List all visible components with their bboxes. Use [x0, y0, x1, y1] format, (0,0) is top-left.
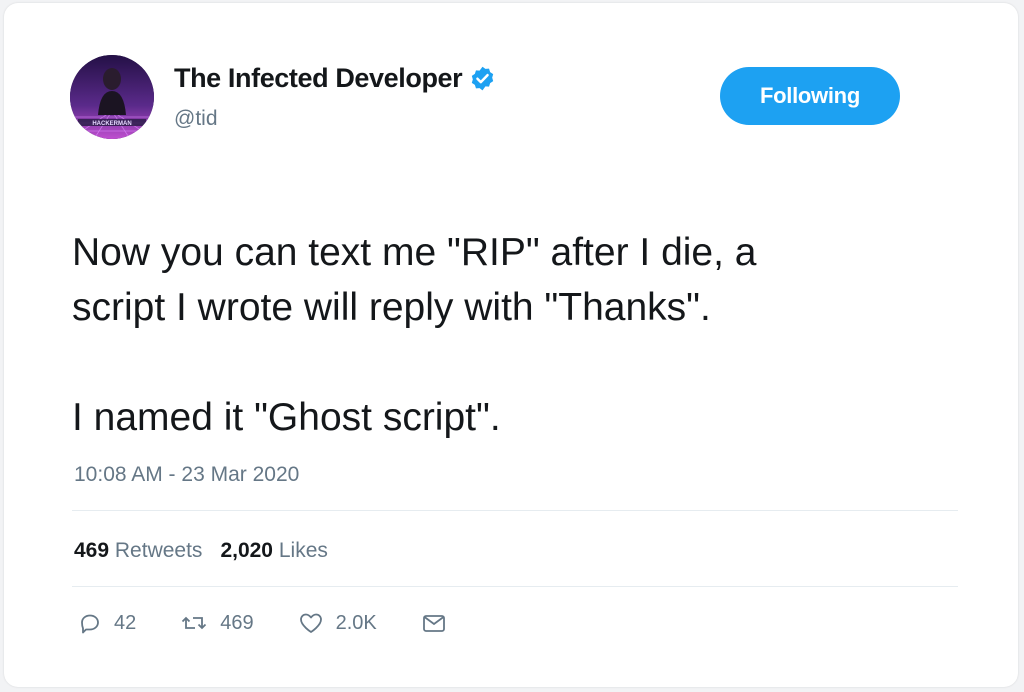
- user-handle[interactable]: @tid: [174, 107, 218, 131]
- reply-count: 42: [114, 611, 137, 634]
- retweet-count: 469: [220, 611, 254, 634]
- like-count: 2.0K: [335, 611, 377, 634]
- reply-button[interactable]: 42: [78, 611, 136, 635]
- like-button[interactable]: 2.0K: [298, 611, 377, 635]
- name-row: The Infected Developer: [174, 63, 496, 94]
- retweets-stat[interactable]: 469 Retweets: [74, 539, 202, 563]
- direct-message-icon: [422, 615, 445, 632]
- reply-icon: [81, 614, 99, 634]
- following-button[interactable]: Following: [720, 67, 900, 125]
- display-name[interactable]: The Infected Developer: [174, 63, 463, 94]
- retweets-label: Retweets: [114, 539, 203, 562]
- retweet-button[interactable]: 469: [180, 611, 254, 635]
- avatar-caption: HACKERMAN: [92, 121, 131, 127]
- likes-stat[interactable]: 2,020 Likes: [220, 539, 327, 563]
- retweets-count: 469: [74, 539, 110, 562]
- retweet-icon: [182, 616, 207, 630]
- likes-label: Likes: [278, 539, 328, 562]
- tweet-card: HACKERMAN The Infected Developer @tid Fo…: [4, 3, 1018, 687]
- tweet-text: Now you can text me "RIP" after I die, a…: [72, 231, 757, 439]
- direct-message-button[interactable]: [421, 611, 459, 635]
- tweet-timestamp[interactable]: 10:08 AM - 23 Mar 2020: [74, 463, 299, 487]
- divider: [72, 586, 958, 587]
- tweet-actions: 42 469 2.0K: [78, 611, 503, 635]
- verified-badge-icon: [469, 65, 496, 92]
- divider: [72, 510, 958, 511]
- likes-count: 2,020: [220, 539, 273, 562]
- avatar[interactable]: HACKERMAN: [70, 55, 154, 139]
- engagement-stats: 469 Retweets 2,020 Likes: [74, 539, 346, 563]
- like-icon: [299, 613, 322, 633]
